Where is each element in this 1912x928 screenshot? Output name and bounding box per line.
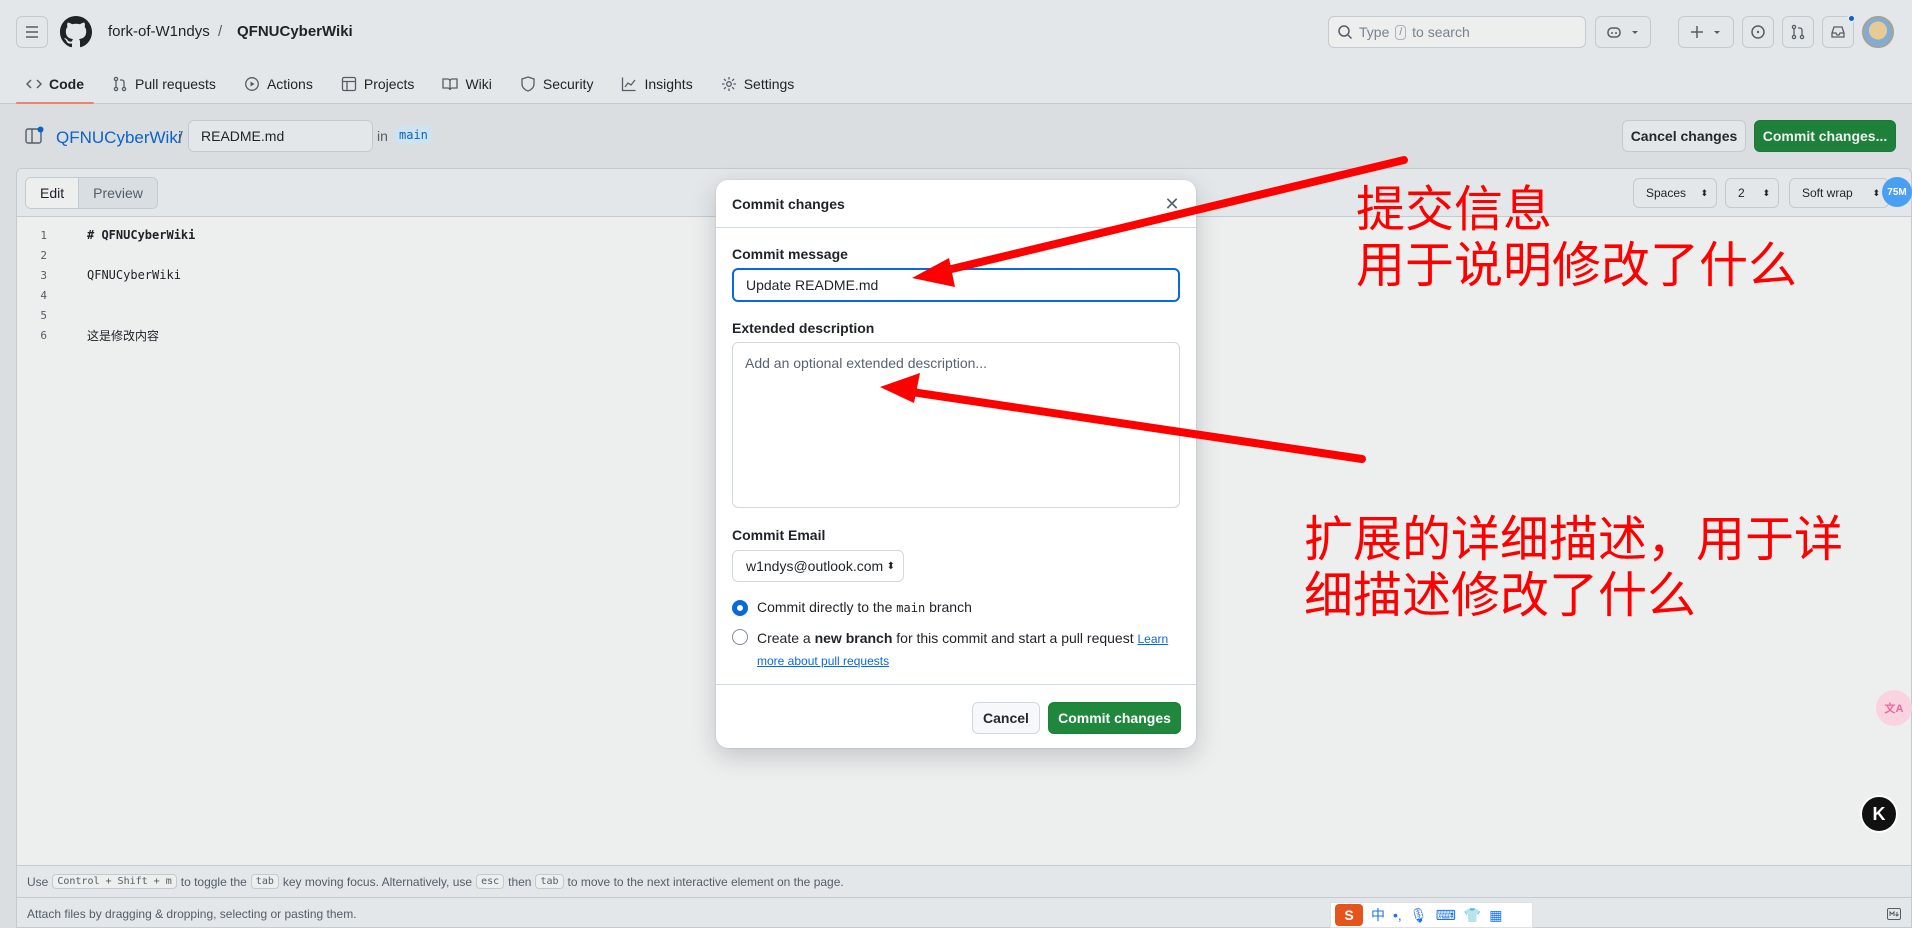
commit-message-input[interactable] [732,268,1180,302]
extended-description-label: Extended description [732,320,875,336]
translate-icon[interactable]: 文A [1876,690,1912,726]
radio-branch-name: main [896,601,926,615]
new-branch-text: Create a new branch for this commit and … [757,628,1172,672]
radio-selected[interactable] [732,600,748,616]
dialog-header: Commit changes ✕ [716,180,1196,228]
commit-dialog: Commit changes ✕ Commit message Extended… [716,180,1196,748]
commit-button[interactable]: Commit changes [1048,702,1181,734]
punctuation-icon[interactable]: •, [1393,907,1402,923]
commit-email-value: w1ndys@outlook.com [746,558,884,574]
toolbox-icon[interactable]: ▦ [1489,907,1502,924]
microphone-icon[interactable]: 🎙 [1410,907,1428,924]
annotation-text: 细描述修改了什么 [1304,567,1697,624]
memory-badge[interactable]: 75M [1882,177,1912,207]
cancel-button[interactable]: Cancel [972,702,1040,734]
ime-logo-icon: S [1335,904,1363,926]
keyboard-icon[interactable]: ⌨ [1436,907,1456,924]
ime-chinese-mode[interactable]: 中 [1371,905,1385,925]
annotation-description: 扩展的详细描述，用于详 细描述修改了什么 [1304,512,1843,624]
skin-icon[interactable]: 👕 [1464,907,1481,924]
annotation-text: 用于说明修改了什么 [1356,237,1798,294]
radio-unselected[interactable] [732,629,748,645]
annotation-text: 扩展的详细描述，用于详 [1304,511,1844,568]
commit-message-label: Commit message [732,246,848,262]
annotation-text: 提交信息 [1356,181,1553,238]
ime-toolbar[interactable]: S 中 •, 🎙 ⌨ 👕 ▦ [1330,902,1533,928]
commit-directly-text: Commit directly to the main branch [757,599,972,616]
radio-text: Commit directly to the [757,599,893,615]
extension-k-icon[interactable]: K [1860,795,1898,833]
new-branch-option[interactable]: Create a new branch for this commit and … [732,628,1172,672]
extended-description-input[interactable] [732,342,1180,508]
radio-text: branch [929,599,972,615]
close-icon[interactable]: ✕ [1162,194,1182,214]
dialog-title: Commit changes [732,195,845,212]
commit-email-select[interactable]: w1ndys@outlook.com ⬍ [732,550,904,582]
annotation-commit-message: 提交信息 用于说明修改了什么 [1356,182,1797,294]
commit-email-label: Commit Email [732,527,826,543]
radio-text: Create a [757,630,811,646]
select-arrows-icon: ⬍ [886,560,895,572]
radio-text-bold: new branch [814,630,893,646]
radio-text: for this commit and start a pull request [896,630,1134,646]
commit-directly-option[interactable]: Commit directly to the main branch [732,599,972,616]
